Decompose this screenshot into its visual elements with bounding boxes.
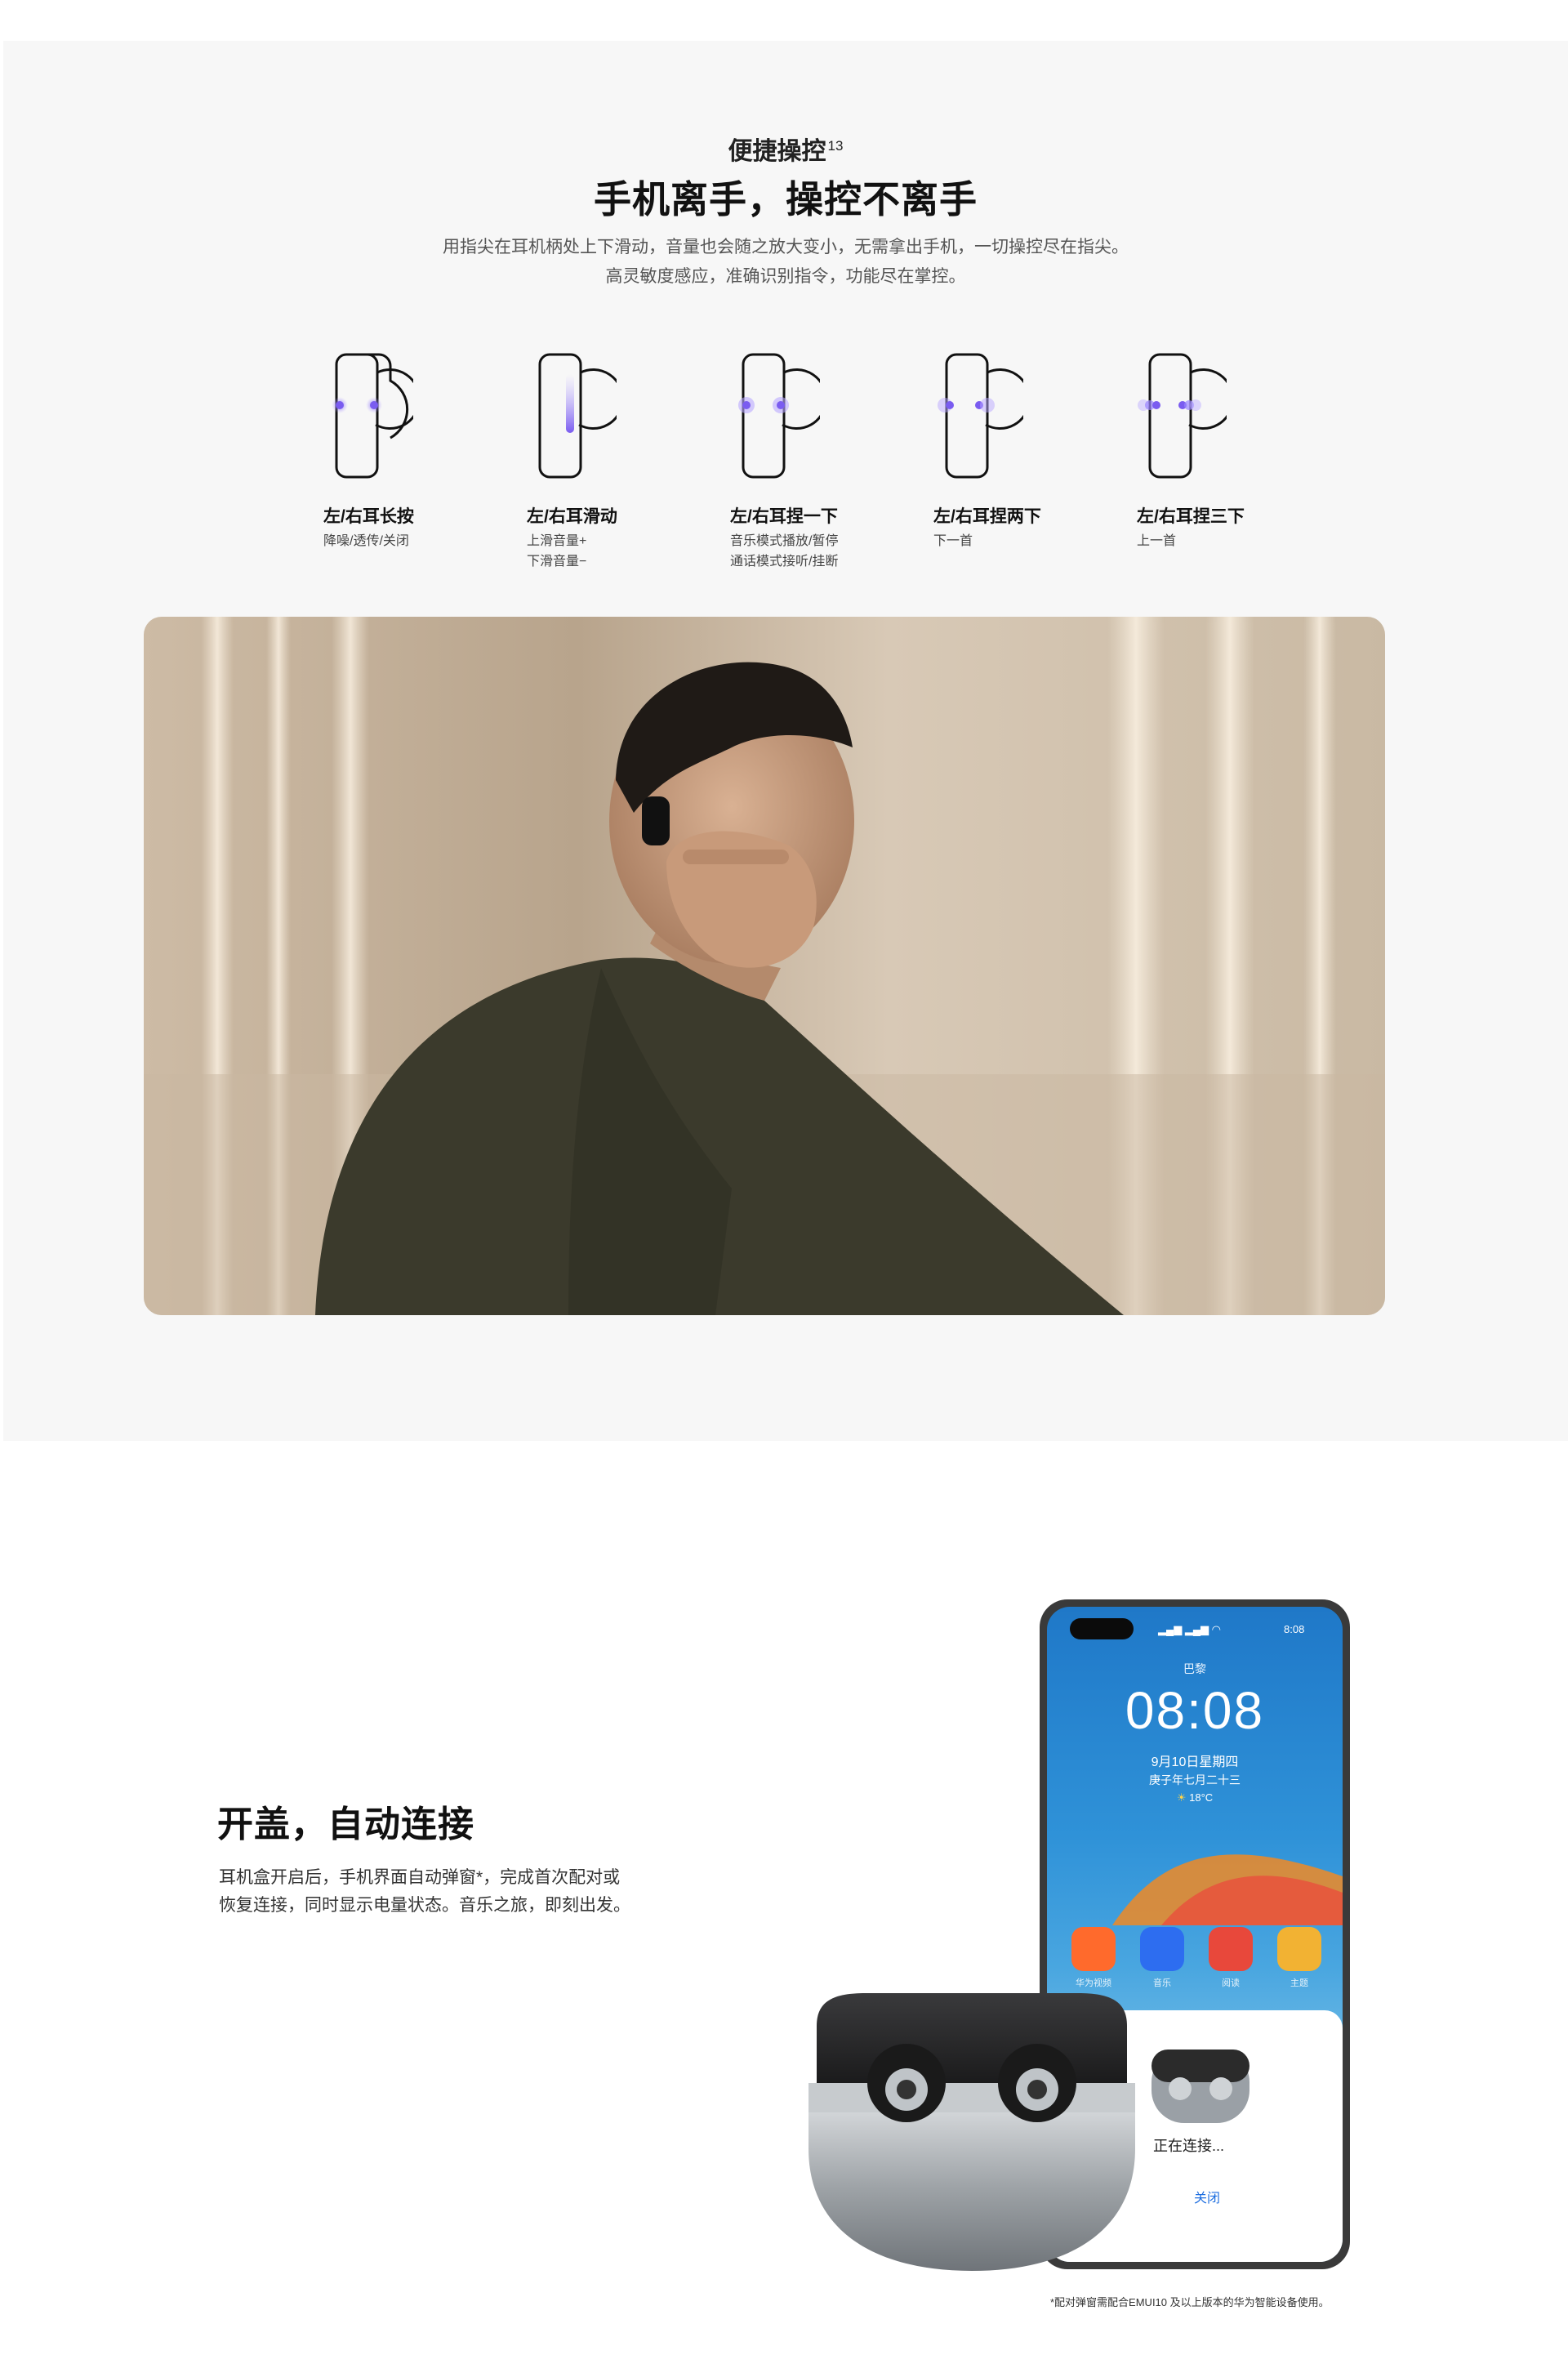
video-app-icon[interactable] — [1071, 1927, 1116, 1971]
section-headline: 手机离手，操控不离手 — [594, 178, 978, 221]
gesture-description: 降噪/透传/关闭 — [323, 534, 409, 548]
app-label: 华为视频 — [1076, 1978, 1111, 1988]
weather: ☀ 18°C — [1176, 1791, 1214, 1804]
gesture-description: 上滑音量+ 下滑音量− — [527, 534, 587, 569]
gesture-title: 左/右耳长按 — [323, 507, 414, 526]
section-description-line1: 用指尖在耳机柄处上下滑动，音量也会随之放大变小，无需拿出手机，一切操控尽在指尖。 — [443, 238, 1129, 256]
lunar-date: 庚子年七月二十三 — [1149, 1773, 1241, 1786]
man-wearing-earbuds-image — [144, 617, 1385, 1315]
earbud-pinch-twice-icon — [938, 353, 1023, 479]
reading-app-icon[interactable] — [1209, 1927, 1253, 1971]
gesture-pinch-three-times: 左/右耳捏三下 上一首 — [1137, 350, 1341, 548]
gesture-title: 左/右耳捏一下 — [730, 507, 838, 526]
lockscreen-date: 9月10日星期四 — [1151, 1755, 1239, 1769]
app-label: 阅读 — [1222, 1978, 1240, 1988]
app-label: 主题 — [1290, 1978, 1308, 1988]
auto-connect-description-line2: 恢复连接，同时显示电量状态。音乐之旅，即刻出发。 — [219, 1896, 630, 1915]
controls-section: 便捷操控 13 手机离手，操控不离手 用指尖在耳机柄处上下滑动，音量也会随之放大变… — [3, 41, 1568, 1441]
lockscreen-clock: 08:08 — [1125, 1681, 1265, 1740]
gesture-title: 左/右耳捏三下 — [1137, 507, 1245, 526]
gesture-title: 左/右耳捏两下 — [933, 507, 1041, 526]
music-app-icon[interactable] — [1140, 1927, 1184, 1971]
auto-connect-title: 开盖，自动连接 — [217, 1804, 474, 1844]
close-button[interactable]: 关闭 — [1194, 2187, 1220, 2206]
gesture-description: 下一首 — [933, 534, 973, 548]
gesture-pinch-once: 左/右耳捏一下 音乐模式播放/暂停 通话模式接听/挂断 — [730, 350, 934, 569]
earbud-case-thumbnail — [1152, 2050, 1250, 2123]
footnote-marker[interactable]: 13 — [828, 138, 844, 154]
earbuds-charging-case — [808, 1993, 1135, 2271]
auto-connect-description-line1: 耳机盒开启后，手机界面自动弹窗*，完成首次配对或 — [219, 1868, 621, 1887]
gesture-long-press: 左/右耳长按 降噪/透传/关闭 — [323, 350, 528, 548]
gesture-title: 左/右耳滑动 — [527, 507, 617, 526]
themes-app-icon[interactable] — [1277, 1927, 1321, 1971]
app-label: 音乐 — [1153, 1978, 1171, 1988]
gesture-pinch-twice: 左/右耳捏两下 下一首 — [933, 350, 1138, 548]
footnote: *配对弹窗需配合EMUI10 及以上版本的华为智能设备使用。 — [1050, 2296, 1330, 2308]
wallpaper-wave — [1112, 1854, 1343, 1925]
gesture-description: 音乐模式播放/暂停 通话模式接听/挂断 — [730, 534, 839, 569]
section-description-line2: 高灵敏度感应，准确识别指令，功能尽在掌控。 — [605, 267, 966, 286]
earbud-swipe-icon — [538, 353, 617, 479]
earbud-long-press-icon — [332, 353, 413, 479]
status-bar-time: 8:08 — [1284, 1623, 1305, 1635]
location-label: 巴黎 — [1183, 1662, 1206, 1675]
front-camera-cutout — [1070, 1618, 1134, 1639]
section-eyebrow: 便捷操控 13 — [728, 138, 844, 165]
lifestyle-photo — [144, 617, 1385, 1315]
gesture-description: 上一首 — [1137, 534, 1177, 548]
gesture-swipe: 左/右耳滑动 上滑音量+ 下滑音量− — [527, 350, 731, 569]
connecting-status: 正在连接... — [1153, 2138, 1225, 2154]
earbud-pinch-three-times-icon — [1138, 353, 1227, 479]
sun-icon: ☀ — [1176, 1791, 1187, 1804]
signal-wifi-icons: ▂▄▆ ▂▄▆ ◠ — [1158, 1623, 1221, 1635]
earbud-pinch-once-icon — [738, 353, 820, 479]
